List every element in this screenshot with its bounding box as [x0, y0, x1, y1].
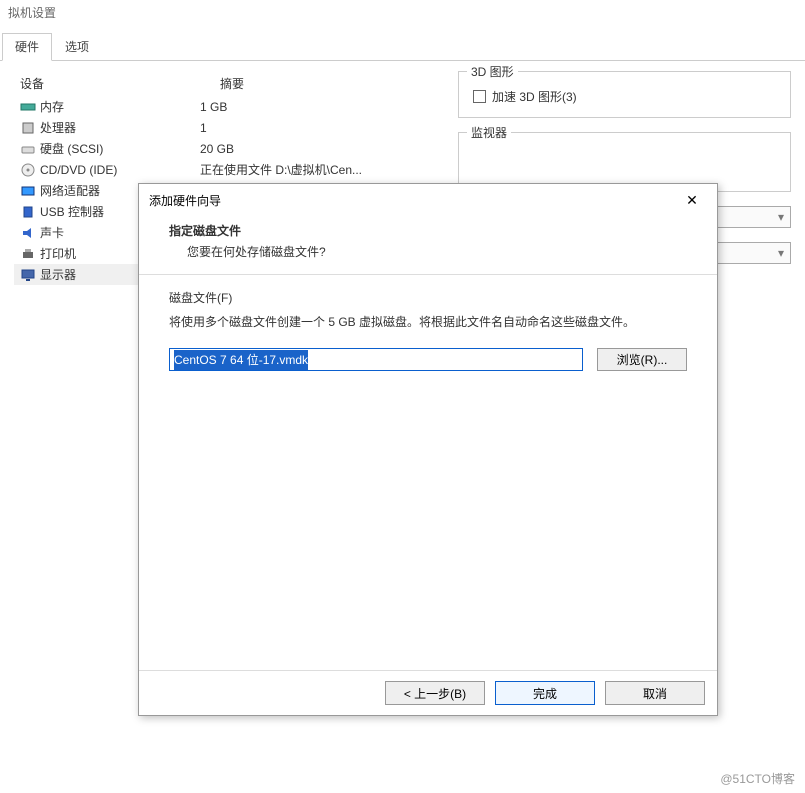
hw-row-memory[interactable]: 内存 1 GB	[14, 96, 444, 117]
dialog-body: 磁盘文件(F) 将使用多个磁盘文件创建一个 5 GB 虚拟磁盘。将根据此文件名自…	[139, 275, 717, 670]
hw-device-label: CD/DVD (IDE)	[40, 163, 117, 177]
disk-file-label: 磁盘文件(F)	[169, 289, 687, 306]
hw-row-disk[interactable]: 硬盘 (SCSI) 20 GB	[14, 138, 444, 159]
hw-row-cpu[interactable]: 处理器 1	[14, 117, 444, 138]
hw-device-label: USB 控制器	[40, 203, 104, 220]
dialog-heading: 指定磁盘文件	[169, 222, 687, 239]
printer-icon	[20, 246, 36, 262]
browse-button[interactable]: 浏览(R)...	[597, 348, 687, 371]
hw-device-label: 声卡	[40, 224, 64, 241]
hw-summary-value: 1	[200, 121, 438, 135]
hw-table-header: 设备 摘要	[14, 71, 444, 96]
hw-summary-value: 正在使用文件 D:\虚拟机\Cen...	[200, 161, 438, 178]
sound-icon	[20, 225, 36, 241]
network-icon	[20, 183, 36, 199]
hw-device-label: 显示器	[40, 266, 76, 283]
dialog-header: 指定磁盘文件 您要在何处存储磁盘文件?	[139, 216, 717, 275]
usb-icon	[20, 204, 36, 220]
hw-device-label: 硬盘 (SCSI)	[40, 140, 103, 157]
finish-button[interactable]: 完成	[495, 681, 595, 705]
dialog-title: 添加硬件向导	[149, 192, 221, 209]
dialog-subheading: 您要在何处存储磁盘文件?	[169, 243, 687, 260]
tab-options[interactable]: 选项	[52, 33, 102, 60]
hw-summary-value: 20 GB	[200, 142, 438, 156]
cancel-button[interactable]: 取消	[605, 681, 705, 705]
dialog-footer: < 上一步(B) 完成 取消	[139, 670, 717, 715]
checkbox-label: 加速 3D 图形(3)	[492, 88, 577, 105]
hw-device-label: 网络适配器	[40, 182, 100, 199]
cpu-icon	[20, 120, 36, 136]
hw-header-summary: 摘要	[220, 75, 438, 92]
disk-file-description: 将使用多个磁盘文件创建一个 5 GB 虚拟磁盘。将根据此文件名自动命名这些磁盘文…	[169, 312, 687, 332]
cd-icon	[20, 162, 36, 178]
disk-file-value: CentOS 7 64 位-17.vmdk	[174, 350, 308, 370]
disk-icon	[20, 141, 36, 157]
group-title: 3D 图形	[467, 63, 518, 80]
hw-header-device: 设备	[20, 75, 220, 92]
tabs-row: 硬件 选项	[0, 33, 805, 61]
hw-device-label: 处理器	[40, 119, 76, 136]
memory-icon	[20, 99, 36, 115]
hw-row-cddvd[interactable]: CD/DVD (IDE) 正在使用文件 D:\虚拟机\Cen...	[14, 159, 444, 180]
hw-summary-value: 1 GB	[200, 100, 438, 114]
add-hardware-wizard-dialog: 添加硬件向导 ✕ 指定磁盘文件 您要在何处存储磁盘文件? 磁盘文件(F) 将使用…	[138, 183, 718, 716]
tab-hardware[interactable]: 硬件	[2, 33, 52, 61]
chevron-down-icon: ▾	[778, 246, 784, 260]
dialog-titlebar: 添加硬件向导 ✕	[139, 184, 717, 216]
hw-device-label: 打印机	[40, 245, 76, 262]
watermark: @51CTO博客	[720, 770, 795, 787]
disk-file-input[interactable]: CentOS 7 64 位-17.vmdk	[169, 348, 583, 371]
group-title: 监视器	[467, 124, 511, 141]
display-icon	[20, 267, 36, 283]
window-title: 拟机设置	[0, 0, 805, 25]
back-button[interactable]: < 上一步(B)	[385, 681, 485, 705]
file-row: CentOS 7 64 位-17.vmdk 浏览(R)...	[169, 348, 687, 371]
group-3d-graphics: 3D 图形 加速 3D 图形(3)	[458, 71, 791, 118]
chevron-down-icon: ▾	[778, 210, 784, 224]
hw-device-label: 内存	[40, 98, 64, 115]
checkbox-icon[interactable]	[473, 90, 486, 103]
close-icon[interactable]: ✕	[677, 190, 707, 210]
accel-3d-checkbox[interactable]: 加速 3D 图形(3)	[469, 86, 780, 107]
